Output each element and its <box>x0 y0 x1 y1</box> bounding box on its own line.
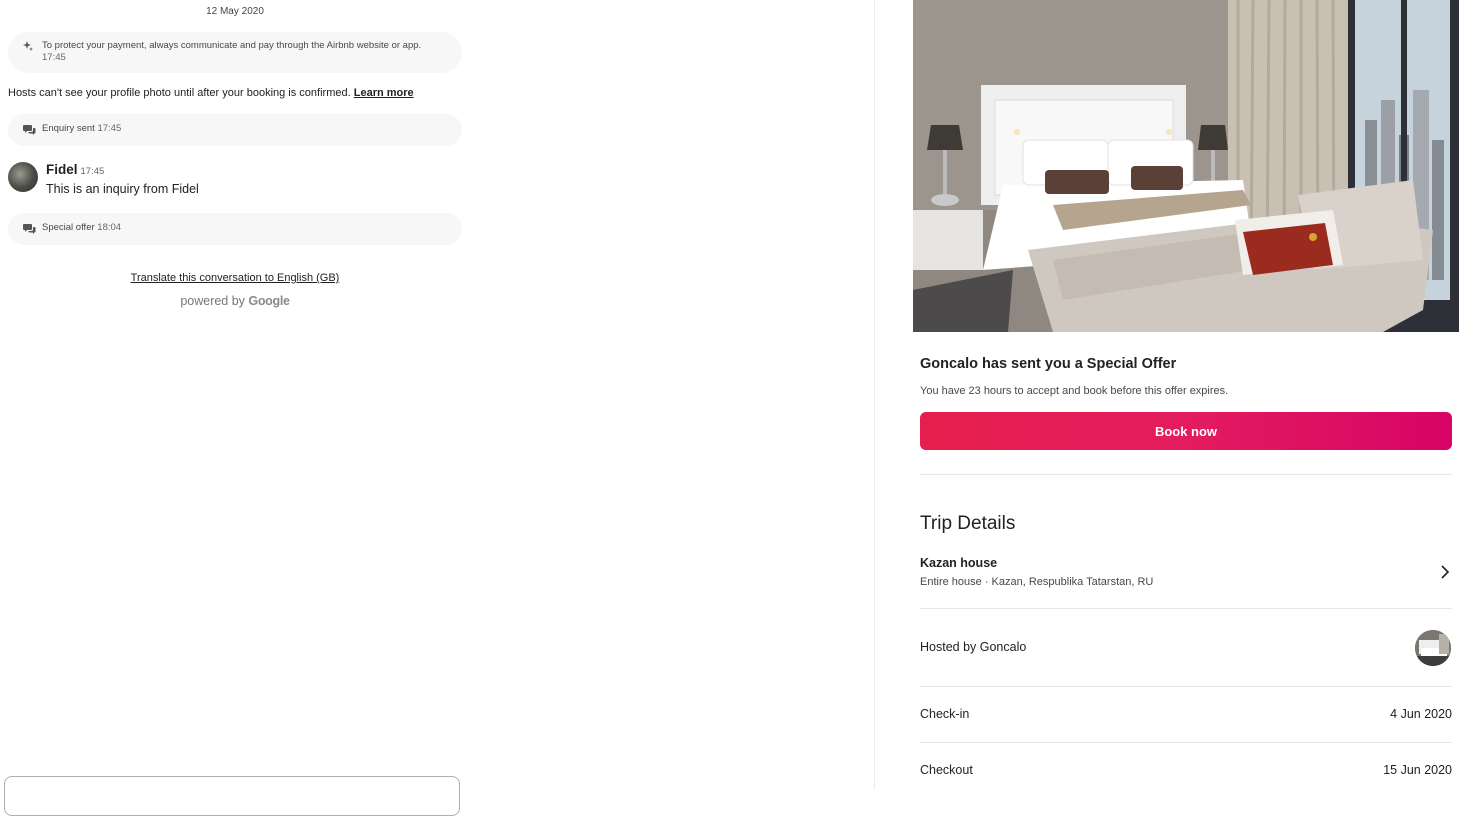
enquiry-sent-label: Enquiry sent <box>42 123 95 134</box>
date-separator: 12 May 2020 <box>206 6 264 17</box>
enquiry-sent-event: Enquiry sent 17:45 <box>8 114 462 146</box>
message-header: Fidel 17:45 <box>46 162 104 177</box>
message-body: This is an inquiry from Fidel <box>46 182 199 196</box>
section-divider <box>920 474 1452 475</box>
chevron-right-icon[interactable] <box>1436 563 1454 581</box>
special-offer-title: Goncalo has sent you a Special Offer <box>920 356 1177 372</box>
special-offer-time: 18:04 <box>97 222 122 233</box>
checkout-label: Checkout <box>920 763 973 777</box>
row-divider <box>920 608 1452 609</box>
checkin-label: Check-in <box>920 707 970 721</box>
security-notice-time: 17:45 <box>42 52 66 63</box>
google-logo: Google <box>248 294 290 308</box>
hosted-by-label: Hosted by Goncalo <box>920 640 1027 654</box>
sender-name[interactable]: Fidel <box>46 162 78 177</box>
chat-bubbles-icon <box>23 222 36 238</box>
special-offer-subtitle: You have 23 hours to accept and book bef… <box>920 385 1229 397</box>
powered-by-google: powered by Google <box>0 294 470 308</box>
profile-photo-note-text: Hosts can't see your profile photo until… <box>8 87 351 99</box>
host-avatar[interactable] <box>1415 630 1451 666</box>
message-time: 17:45 <box>80 166 105 177</box>
checkin-date: 4 Jun 2020 <box>1390 707 1452 721</box>
special-offer-event: Special offer 18:04 <box>8 213 462 245</box>
message-input[interactable] <box>4 776 460 816</box>
security-notice: To protect your payment, always communic… <box>8 32 462 73</box>
sparkle-icon <box>23 41 33 54</box>
translate-link[interactable]: Translate this conversation to English (… <box>0 272 470 284</box>
panel-divider <box>874 0 875 790</box>
profile-photo-note: Hosts can't see your profile photo until… <box>8 87 414 99</box>
sender-avatar[interactable] <box>8 162 38 192</box>
chat-bubbles-icon <box>23 123 36 139</box>
book-now-button[interactable]: Book now <box>920 412 1452 450</box>
checkout-date: 15 Jun 2020 <box>1383 763 1452 777</box>
security-notice-text: To protect your payment, always communic… <box>42 40 422 51</box>
enquiry-sent-time: 17:45 <box>97 123 122 134</box>
listing-name: Kazan house <box>920 556 998 570</box>
trip-details-heading: Trip Details <box>920 513 1016 534</box>
learn-more-link[interactable]: Learn more <box>354 87 414 99</box>
special-offer-label: Special offer <box>42 222 95 233</box>
listing-photo <box>913 0 1459 332</box>
row-divider <box>920 742 1452 743</box>
row-divider <box>920 686 1452 687</box>
powered-by-text: powered by <box>180 294 245 308</box>
listing-subtitle: Entire house · Kazan, Respublika Tatarst… <box>920 576 1154 588</box>
